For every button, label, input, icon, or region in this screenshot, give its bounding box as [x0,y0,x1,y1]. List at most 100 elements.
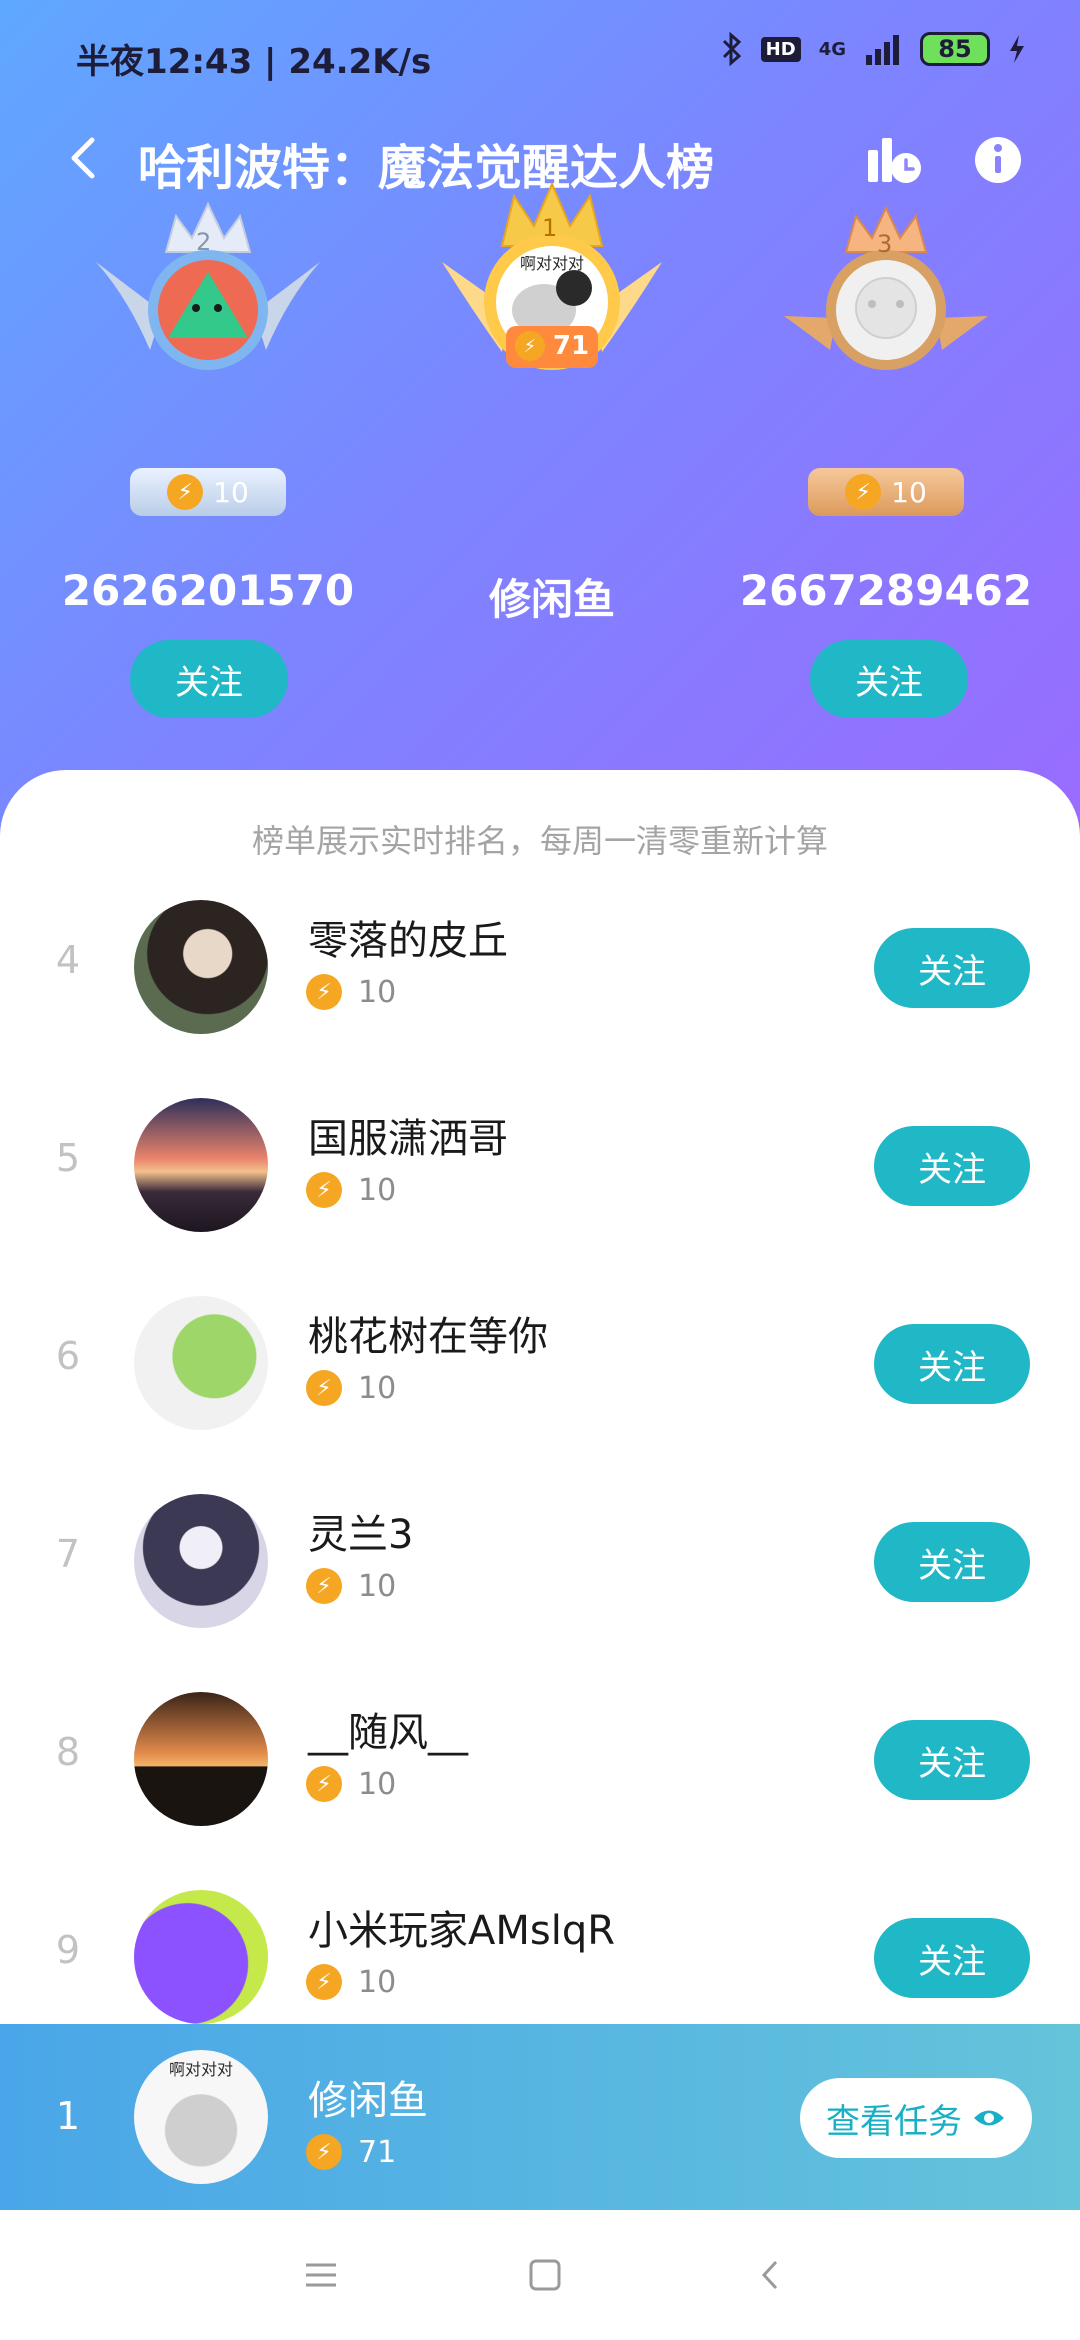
user-name: 国服潇洒哥 [308,1116,508,1162]
lightning-icon: ⚡ [514,331,545,361]
user-name: 桃花树在等你 [308,1314,548,1360]
home-icon[interactable] [520,2250,570,2300]
system-navigation-bar [0,2210,1080,2340]
lightning-icon: ⚡ [306,1568,342,1604]
score-value: 10 [358,1964,397,2000]
follow-button[interactable]: 关注 [874,1918,1030,1998]
podium-rank-3[interactable]: 3 ⚡ 10 2667289462 关注 [740,200,1032,730]
lightning-icon: ⚡ [306,1370,342,1406]
lightning-icon: ⚡ [306,1172,342,1208]
avatar[interactable] [134,1890,268,2024]
follow-button[interactable]: 关注 [874,1126,1030,1206]
podium-rank-3-number: 3 [877,230,893,258]
score: ⚡ 10 [306,1766,396,1802]
rank-number: 4 [55,938,81,982]
avatar[interactable] [134,1098,268,1232]
ranking-notice: 榜单展示实时排名，每周一清零重新计算 [251,822,828,860]
user-name: 零落的皮丘 [308,918,508,964]
podium-rank-2-score: 10 [213,475,249,509]
ranking-list: 榜单展示实时排名，每周一清零重新计算 4 零落的皮丘 ⚡ 10 关注 5 国服潇… [0,770,1080,2030]
lightning-icon: ⚡ [306,2134,342,2170]
score-value: 10 [358,974,397,1010]
score: ⚡ 10 [306,1172,396,1208]
bronze-medal-badge [784,205,988,370]
user-name: 灵兰3 [308,1512,414,1558]
podium-rank-3-follow-button[interactable]: 关注 [810,640,968,718]
podium-rank-2-ribbon: ⚡ 10 [130,468,286,516]
podium-rank-1-avatar-caption: 啊对对对 [519,254,584,273]
rank-number: 8 [55,1730,81,1774]
avatar[interactable] [134,900,268,1034]
podium-rank-1-score: 71 [552,331,590,361]
score-value: 10 [358,1766,397,1802]
my-score-value: 71 [358,2134,397,2170]
score-value: 10 [358,1568,397,1604]
podium-rank-2-name: 2626201570 [61,566,355,615]
rank-number: 5 [55,1136,81,1180]
lightning-icon: ⚡ [306,974,342,1010]
score: ⚡ 10 [306,1568,396,1604]
list-item[interactable]: 8 __随风__ ⚡ 10 关注 [0,1670,1080,1868]
info-icon[interactable] [968,130,1028,190]
my-ranking-row: 1 啊对对对 修闲鱼 ⚡ 71 查看任务 [0,2024,1080,2210]
score: ⚡ 10 [306,1964,396,2000]
follow-button[interactable]: 关注 [874,1324,1030,1404]
charging-icon [1010,35,1024,63]
lightning-icon: ⚡ [845,474,882,510]
podium-rank-2-follow-button[interactable]: 关注 [130,640,288,718]
score: ⚡ 10 [306,1370,396,1406]
eye-icon [974,2110,1004,2126]
signal-icon [866,35,899,65]
view-tasks-label: 查看任务 [826,2101,962,2142]
list-item[interactable]: 6 桃花树在等你 ⚡ 10 关注 [0,1274,1080,1472]
rank-number: 6 [55,1334,81,1378]
my-score: ⚡ 71 [306,2134,396,2170]
bluetooth-icon [722,32,741,66]
my-user-name: 修闲鱼 [308,2078,428,2124]
my-avatar[interactable]: 啊对对对 [134,2050,268,2184]
status-bar: 半夜12:43 | 24.2K/s HD 4G 85 [0,0,1080,100]
podium-rank-3-name: 2667289462 [739,566,1033,615]
follow-button[interactable]: 关注 [874,1720,1030,1800]
follow-button[interactable]: 关注 [874,928,1030,1008]
my-rank-number: 1 [55,2094,81,2138]
status-icons: HD 4G 85 [721,32,1026,66]
network-label: 4G [818,38,846,60]
menu-icon[interactable] [296,2250,346,2300]
podium-rank-2-number: 2 [196,228,212,256]
list-item[interactable]: 5 国服潇洒哥 ⚡ 10 关注 [0,1076,1080,1274]
podium-rank-1[interactable]: 1 啊对对对 ⚡ 71 修闲鱼 [432,170,672,630]
my-avatar-caption: 啊对对对 [168,2060,233,2079]
list-item[interactable]: 7 灵兰3 ⚡ 10 关注 [0,1472,1080,1670]
avatar[interactable] [134,1296,268,1430]
battery-indicator: 85 [920,32,990,66]
hd-badge: HD [760,36,801,62]
podium-rank-1-name: 修闲鱼 [488,575,615,624]
user-name: __随风__ [308,1710,468,1756]
score-value: 10 [358,1370,397,1406]
lightning-icon: ⚡ [167,474,204,510]
lightning-icon: ⚡ [306,1766,342,1802]
leaderboard-hero: 半夜12:43 | 24.2K/s HD 4G 85 哈利波特：魔法觉醒达人榜 [0,0,1080,860]
score-value: 10 [358,1172,397,1208]
chart-clock-icon[interactable] [862,130,926,190]
rank-number: 7 [55,1532,81,1576]
view-tasks-button[interactable]: 查看任务 [800,2078,1032,2158]
avatar[interactable] [134,1494,268,1628]
follow-button[interactable]: 关注 [874,1522,1030,1602]
back-nav-icon[interactable] [746,2250,796,2300]
user-name: 小米玩家AMslqR [308,1908,616,1954]
avatar[interactable] [134,1692,268,1826]
podium-rank-3-score: 10 [891,475,927,509]
back-icon[interactable] [56,128,116,188]
podium-rank-3-ribbon: ⚡ 10 [808,468,964,516]
podium-rank-1-ribbon: ⚡ 71 [510,328,594,364]
score: ⚡ 10 [306,974,396,1010]
rank-number: 9 [55,1928,81,1972]
podium-rank-2[interactable]: 2 ⚡ 10 2626201570 关注 [62,200,354,730]
podium-rank-1-number: 1 [542,214,558,242]
lightning-icon: ⚡ [306,1964,342,2000]
list-item[interactable]: 4 零落的皮丘 ⚡ 10 关注 [0,878,1080,1076]
status-time: 半夜12:43 | 24.2K/s [76,42,432,82]
silver-medal-badge [96,201,320,370]
